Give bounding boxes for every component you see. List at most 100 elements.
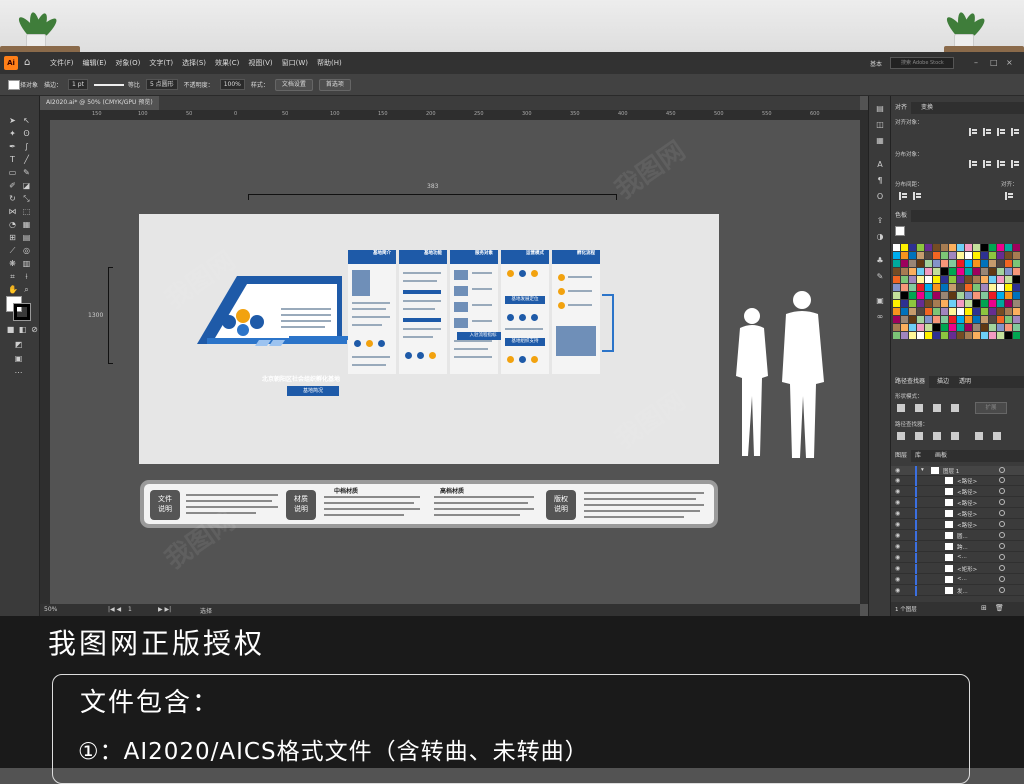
target-icon[interactable]: [999, 467, 1005, 473]
color-swatch[interactable]: [981, 244, 988, 251]
pen-tool-icon[interactable]: ✒: [8, 142, 17, 151]
layer-row[interactable]: ◉ <路径>: [891, 476, 1024, 486]
menu-help[interactable]: 帮助(H): [317, 58, 342, 68]
crop-icon[interactable]: [951, 432, 959, 440]
color-swatch[interactable]: [957, 308, 964, 315]
color-swatch[interactable]: [909, 316, 916, 323]
color-swatch[interactable]: [893, 268, 900, 275]
color-swatch[interactable]: [989, 292, 996, 299]
color-swatch[interactable]: [957, 244, 964, 251]
color-swatch[interactable]: [909, 308, 916, 315]
color-swatch[interactable]: [957, 268, 964, 275]
layer-row[interactable]: ◉ <路径>: [891, 487, 1024, 497]
layer-row[interactable]: ◉ <路径>: [891, 520, 1024, 530]
color-swatch[interactable]: [917, 300, 924, 307]
zoom-level[interactable]: 50%: [44, 606, 57, 613]
canvas[interactable]: 383 1300 北京朝阳区社会组织孵化基地 基地简况 基地简介 基地功能 服务…: [50, 120, 860, 604]
align-hcenter-icon[interactable]: [983, 128, 992, 136]
scale-tool-icon[interactable]: ⤡: [22, 194, 31, 203]
color-swatch[interactable]: [989, 332, 996, 339]
menu-type[interactable]: 文字(T): [149, 58, 173, 68]
color-swatch[interactable]: [893, 260, 900, 267]
tab-pathfinder[interactable]: 路径查找器: [891, 376, 930, 388]
color-swatch[interactable]: [941, 244, 948, 251]
color-swatch[interactable]: [917, 260, 924, 267]
color-swatch[interactable]: [1005, 308, 1012, 315]
color-swatch[interactable]: [981, 308, 988, 315]
color-swatch[interactable]: [933, 284, 940, 291]
vertical-ruler[interactable]: [40, 120, 50, 604]
color-swatch[interactable]: [933, 276, 940, 283]
color-swatch[interactable]: [933, 252, 940, 259]
align-left-icon[interactable]: [969, 128, 978, 136]
color-swatch[interactable]: [957, 260, 964, 267]
free-transform-tool-icon[interactable]: ⬚: [22, 207, 31, 216]
color-swatch[interactable]: [973, 244, 980, 251]
stock-search-input[interactable]: 搜索 Adobe Stock: [890, 57, 954, 69]
screen-mode-icon[interactable]: ▣: [14, 354, 23, 363]
color-swatch[interactable]: [965, 308, 972, 315]
color-swatch[interactable]: [981, 268, 988, 275]
color-swatch[interactable]: [949, 260, 956, 267]
properties-icon[interactable]: ▤: [875, 104, 885, 114]
color-swatch[interactable]: [957, 276, 964, 283]
stroke-weight-field[interactable]: 1 pt: [68, 79, 88, 90]
color-swatch[interactable]: [893, 300, 900, 307]
color-swatch[interactable]: [997, 284, 1004, 291]
visibility-icon[interactable]: ◉: [895, 565, 900, 572]
color-swatch[interactable]: [909, 268, 916, 275]
hand-tool-icon[interactable]: ✋: [8, 285, 18, 294]
color-swatch[interactable]: [941, 252, 948, 259]
color-swatch[interactable]: [893, 316, 900, 323]
color-swatch[interactable]: [909, 260, 916, 267]
color-swatch[interactable]: [989, 308, 996, 315]
rotate-tool-icon[interactable]: ↻: [8, 194, 17, 203]
target-icon[interactable]: [999, 554, 1005, 560]
opacity-field[interactable]: 100%: [219, 79, 245, 90]
color-swatch[interactable]: [941, 268, 948, 275]
color-swatch[interactable]: [901, 260, 908, 267]
color-swatch[interactable]: [997, 308, 1004, 315]
color-swatch[interactable]: [917, 316, 924, 323]
color-swatch[interactable]: [1005, 300, 1012, 307]
intersect-icon[interactable]: [933, 404, 941, 412]
divide-icon[interactable]: [897, 432, 905, 440]
menu-view[interactable]: 视图(V): [248, 58, 272, 68]
menu-effect[interactable]: 效果(C): [215, 58, 239, 68]
target-icon[interactable]: [999, 521, 1005, 527]
menu-edit[interactable]: 编辑(E): [83, 58, 107, 68]
color-swatch[interactable]: [909, 300, 916, 307]
target-icon[interactable]: [999, 543, 1005, 549]
paragraph-icon[interactable]: ¶: [875, 176, 885, 186]
mesh-tool-icon[interactable]: ⊞: [8, 233, 17, 242]
artboard[interactable]: 北京朝阳区社会组织孵化基地 基地简况 基地简介 基地功能 服务对象 入驻流程指标…: [139, 214, 719, 464]
layer-row-top[interactable]: ◉ ▾ 图层 1: [891, 466, 1024, 476]
color-swatch[interactable]: [981, 276, 988, 283]
new-layer-icon[interactable]: ⊞: [981, 604, 987, 612]
color-swatch[interactable]: [925, 260, 932, 267]
drawing-modes-icon[interactable]: ◩: [14, 340, 23, 349]
color-swatch[interactable]: [901, 276, 908, 283]
layer-row[interactable]: ◉ <路径>: [891, 509, 1024, 519]
color-swatch[interactable]: [925, 268, 932, 275]
color-swatch[interactable]: [1005, 316, 1012, 323]
color-swatch[interactable]: [893, 244, 900, 251]
gradient-tool-icon[interactable]: ▤: [22, 233, 31, 242]
zoom-tool-icon[interactable]: ⌕: [22, 285, 31, 294]
color-swatch[interactable]: [1013, 268, 1020, 275]
color-swatch[interactable]: [1005, 244, 1012, 251]
color-swatch[interactable]: [957, 284, 964, 291]
document-setup-button[interactable]: 文档设置: [274, 78, 313, 91]
color-swatch[interactable]: [901, 284, 908, 291]
exclude-icon[interactable]: [951, 404, 959, 412]
color-swatch[interactable]: [957, 300, 964, 307]
color-swatch[interactable]: [925, 308, 932, 315]
color-swatch[interactable]: [949, 324, 956, 331]
color-swatch[interactable]: [893, 324, 900, 331]
color-swatch[interactable]: [981, 332, 988, 339]
color-swatch[interactable]: [1013, 308, 1020, 315]
selection-tool-icon[interactable]: ➤: [8, 116, 17, 125]
color-swatch[interactable]: [901, 332, 908, 339]
visibility-icon[interactable]: ◉: [895, 499, 900, 506]
visibility-icon[interactable]: ◉: [895, 587, 900, 594]
